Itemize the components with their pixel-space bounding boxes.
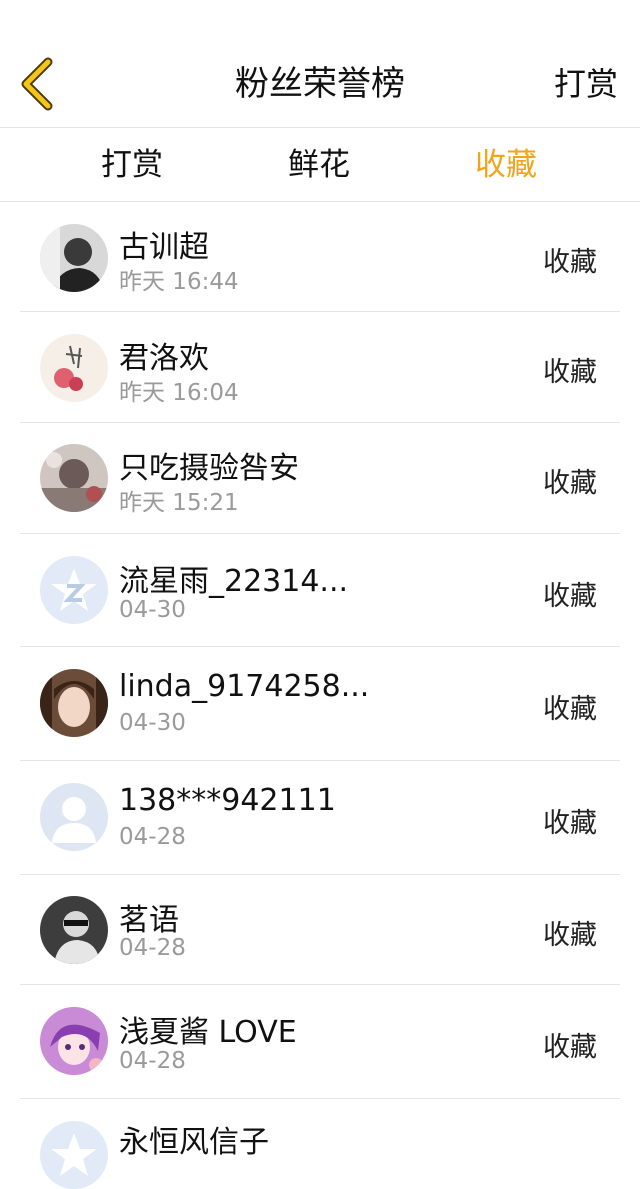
fan-name: 古训超: [119, 230, 209, 265]
list-item[interactable]: linda_9174258... 04-30 收藏: [0, 647, 640, 761]
list-item[interactable]: 流星雨_22314... 04-30 收藏: [0, 534, 640, 647]
fan-name: linda_9174258...: [119, 669, 370, 704]
fan-name: 138***942111: [119, 783, 336, 818]
tab-favorites[interactable]: 收藏: [436, 128, 576, 202]
fan-time: 04-30: [119, 710, 186, 736]
fan-name: 茗语: [119, 903, 179, 938]
fan-time: 昨天 15:21: [119, 490, 239, 516]
favorite-label: 收藏: [543, 1032, 597, 1063]
favorite-label: 收藏: [543, 468, 597, 499]
avatar: [40, 1007, 108, 1075]
fan-name: 永恒风信子: [119, 1125, 269, 1160]
avatar: [40, 556, 108, 624]
list-item[interactable]: 浅夏酱 LOVE 04-28 收藏: [0, 985, 640, 1099]
avatar: [40, 224, 108, 292]
fan-name: 君洛欢: [119, 341, 209, 376]
favorite-label: 收藏: [543, 694, 597, 725]
avatar: [40, 444, 108, 512]
navigation-bar: 粉丝荣誉榜 打赏: [0, 40, 640, 128]
fan-time: 04-28: [119, 1048, 186, 1074]
avatar: [40, 783, 108, 851]
reward-button[interactable]: 打赏: [554, 40, 618, 128]
avatar: [40, 669, 108, 737]
favorite-label: 收藏: [543, 247, 597, 278]
favorite-label: 收藏: [543, 581, 597, 612]
avatar: [40, 1121, 108, 1189]
list-item[interactable]: 只吃摄验咎安 昨天 15:21 收藏: [0, 423, 640, 534]
avatar: [40, 896, 108, 964]
fan-list: 古训超 昨天 16:44 收藏 君洛欢 昨天 16:04 收藏 只吃摄验咎安 昨…: [0, 202, 640, 1189]
avatar: [40, 334, 108, 402]
tab-reward[interactable]: 打赏: [62, 128, 202, 202]
tab-flowers[interactable]: 鲜花: [249, 128, 389, 202]
tab-bar: 打赏 鲜花 收藏: [0, 128, 640, 202]
favorite-label: 收藏: [543, 920, 597, 951]
favorite-label: 收藏: [543, 357, 597, 388]
fan-time: 04-28: [119, 935, 186, 961]
list-item[interactable]: 君洛欢 昨天 16:04 收藏: [0, 312, 640, 423]
list-item[interactable]: 茗语 04-28 收藏: [0, 875, 640, 985]
fan-name: 流星雨_22314...: [119, 564, 349, 599]
fan-time: 04-30: [119, 597, 186, 623]
fan-time: 昨天 16:44: [119, 269, 239, 295]
fan-time: 昨天 16:04: [119, 380, 239, 406]
fan-name: 浅夏酱 LOVE: [119, 1015, 297, 1050]
list-item[interactable]: 古训超 昨天 16:44 收藏: [0, 202, 640, 312]
fan-time: 04-28: [119, 824, 186, 850]
favorite-label: 收藏: [543, 808, 597, 839]
page-title: 粉丝荣誉榜: [235, 64, 405, 104]
fan-name: 只吃摄验咎安: [119, 451, 299, 486]
list-item[interactable]: 138***942111 04-28 收藏: [0, 761, 640, 875]
list-item[interactable]: 永恒风信子: [0, 1099, 640, 1189]
